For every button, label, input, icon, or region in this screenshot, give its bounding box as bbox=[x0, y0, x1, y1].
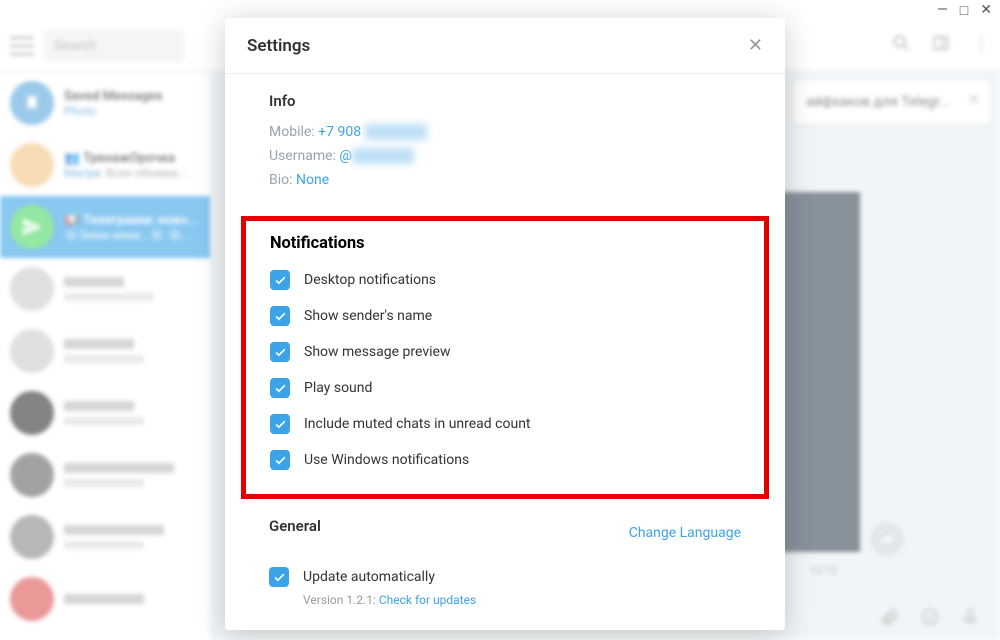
notifications-heading: Notifications bbox=[270, 233, 740, 252]
avatar bbox=[10, 267, 54, 311]
chat-item[interactable] bbox=[0, 320, 210, 382]
chat-item-saved[interactable]: Saved Messages Photo bbox=[0, 72, 210, 134]
notifications-highlight: Notifications Desktop notifications Show … bbox=[241, 216, 769, 499]
chat-item[interactable] bbox=[0, 382, 210, 444]
more-icon[interactable]: ⋮ bbox=[972, 34, 990, 57]
avatar bbox=[10, 143, 54, 187]
avatar bbox=[10, 515, 54, 559]
checkbox-icon bbox=[270, 450, 290, 470]
checkbox-desktop-notifications[interactable]: Desktop notifications bbox=[270, 262, 740, 298]
attach-icon[interactable] bbox=[880, 607, 900, 632]
chat-title: Saved Messages bbox=[64, 89, 163, 104]
checkbox-use-windows-notifications[interactable]: Use Windows notifications bbox=[270, 442, 740, 478]
checkbox-label: Play sound bbox=[304, 380, 372, 396]
check-updates-link[interactable]: Check for updates bbox=[379, 593, 476, 607]
checkbox-icon bbox=[270, 342, 290, 362]
message-time: 12:12 bbox=[810, 564, 837, 577]
chat-title: 📢 Телеграмм: ново... bbox=[64, 213, 199, 228]
pinned-banner[interactable]: айфхаков для Telegr... ✕ bbox=[794, 80, 990, 124]
avatar bbox=[10, 329, 54, 373]
chat-item[interactable] bbox=[0, 258, 210, 320]
chat-subtitle: Photo bbox=[64, 104, 163, 118]
checkbox-icon bbox=[270, 270, 290, 290]
checkbox-label: Update automatically bbox=[303, 569, 435, 585]
share-button[interactable] bbox=[870, 522, 904, 556]
chat-title: 👥 ТренажОрочка bbox=[64, 151, 187, 166]
avatar bbox=[10, 453, 54, 497]
chat-item-selected[interactable]: 📢 Телеграмм: ново... ❄️Зима-зима...❄️ ❄️… bbox=[0, 196, 210, 258]
avatar bbox=[10, 577, 54, 621]
mobile-link[interactable]: +7 908 bbox=[318, 124, 361, 140]
chat-item[interactable] bbox=[0, 444, 210, 506]
modal-title: Settings bbox=[247, 36, 310, 56]
chat-subtitle: Mariya: Всех обнима... bbox=[64, 166, 187, 180]
checkbox-label: Show sender's name bbox=[304, 308, 432, 324]
window-minimize[interactable]: — bbox=[937, 2, 948, 18]
banner-text: айфхаков для Telegr... bbox=[806, 94, 950, 110]
bookmark-icon bbox=[10, 81, 54, 125]
settings-modal: Settings ✕ Info Mobile: +7 908 000 00 00… bbox=[225, 18, 785, 630]
general-heading: General bbox=[269, 517, 321, 535]
change-language-link[interactable]: Change Language bbox=[629, 525, 741, 541]
menu-icon[interactable] bbox=[10, 37, 34, 55]
close-icon[interactable]: ✕ bbox=[748, 35, 763, 56]
checkbox-play-sound[interactable]: Play sound bbox=[270, 370, 740, 406]
message-image[interactable] bbox=[780, 192, 860, 552]
checkbox-include-muted-chats-in-unread-count[interactable]: Include muted chats in unread count bbox=[270, 406, 740, 442]
checkbox-label: Include muted chats in unread count bbox=[304, 416, 531, 432]
window-close[interactable]: ✕ bbox=[980, 2, 992, 18]
bio-link[interactable]: None bbox=[296, 172, 329, 188]
chat-item[interactable] bbox=[0, 568, 210, 630]
checkbox-label: Desktop notifications bbox=[304, 272, 436, 288]
checkbox-icon bbox=[270, 378, 290, 398]
username-link[interactable]: @ bbox=[339, 148, 352, 164]
emoji-icon[interactable] bbox=[920, 607, 940, 632]
mic-icon[interactable] bbox=[960, 607, 980, 632]
info-mobile: Mobile: +7 908 000 00 00 bbox=[269, 124, 741, 140]
avatar bbox=[10, 391, 54, 435]
chat-item[interactable] bbox=[0, 506, 210, 568]
info-heading: Info bbox=[269, 92, 741, 110]
checkbox-show-message-preview[interactable]: Show message preview bbox=[270, 334, 740, 370]
checkbox-show-sender-s-name[interactable]: Show sender's name bbox=[270, 298, 740, 334]
search-input[interactable]: Search bbox=[44, 30, 184, 62]
info-section: Info Mobile: +7 908 000 00 00 Username: … bbox=[225, 92, 785, 216]
version-info: Version 1.2.1: Check for updates bbox=[303, 593, 741, 607]
close-icon[interactable]: ✕ bbox=[968, 92, 980, 108]
window-maximize[interactable]: □ bbox=[960, 2, 968, 19]
panel-icon[interactable] bbox=[932, 34, 950, 57]
info-bio: Bio: None bbox=[269, 172, 741, 188]
general-section: General Change Language Update automatic… bbox=[225, 517, 785, 607]
info-username: Username: @username bbox=[269, 148, 741, 164]
checkbox-label: Use Windows notifications bbox=[304, 452, 469, 468]
checkbox-icon bbox=[270, 414, 290, 434]
checkbox-icon bbox=[269, 567, 289, 587]
chat-subtitle: ❄️Зима-зима...❄️ ❄️... bbox=[64, 228, 199, 242]
avatar bbox=[10, 205, 54, 249]
checkbox-icon bbox=[270, 306, 290, 326]
chat-item[interactable]: 👥 ТренажОрочка Mariya: Всех обнима... bbox=[0, 134, 210, 196]
checkbox-update-automatically[interactable]: Update automatically bbox=[269, 559, 741, 595]
chat-list: Saved Messages Photo 👥 ТренажОрочка Mari… bbox=[0, 72, 210, 640]
checkbox-label: Show message preview bbox=[304, 344, 450, 360]
search-icon[interactable] bbox=[892, 34, 910, 57]
